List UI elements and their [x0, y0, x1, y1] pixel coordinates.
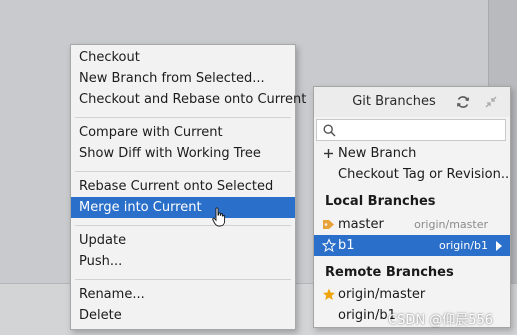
popup-header: Git Branches	[314, 87, 510, 117]
popup-title: Git Branches	[352, 94, 436, 109]
menu-item-new-branch-from-selected[interactable]: New Branch from Selected...	[71, 68, 295, 89]
menu-item-checkout[interactable]: Checkout	[71, 47, 295, 68]
menu-item-checkout-and-rebase[interactable]: Checkout and Rebase onto Current	[71, 89, 306, 110]
submenu-arrow-icon	[496, 241, 502, 251]
new-branch-action[interactable]: New Branch	[314, 143, 510, 164]
branch-tracking: origin/master	[414, 218, 488, 231]
refresh-icon[interactable]	[456, 95, 470, 109]
hand-cursor-icon	[212, 207, 226, 227]
menu-item-delete[interactable]: Delete	[71, 305, 295, 326]
menu-item-show-diff[interactable]: Show Diff with Working Tree	[71, 143, 295, 164]
search-icon	[323, 124, 336, 137]
star-icon	[323, 288, 335, 300]
menu-separator	[75, 279, 291, 280]
star-outline-icon	[322, 238, 336, 253]
branch-context-menu: Checkout New Branch from Selected... Che…	[70, 44, 306, 330]
menu-item-compare-with-current[interactable]: Compare with Current	[71, 122, 295, 143]
collapse-icon[interactable]	[484, 95, 498, 109]
menu-separator	[75, 225, 291, 226]
watermark-text: CSDN @仰晨556	[388, 313, 494, 328]
checkout-tag-label: Checkout Tag or Revision...	[338, 167, 511, 182]
branch-name: b1	[338, 238, 355, 253]
tag-icon	[323, 220, 334, 229]
new-branch-label: New Branch	[338, 146, 417, 161]
menu-item-push[interactable]: Push...	[71, 251, 295, 272]
branch-search-input[interactable]	[316, 119, 506, 141]
remote-branch-row-origin-master[interactable]: origin/master	[314, 284, 510, 305]
branch-row-master[interactable]: master origin/master	[314, 214, 510, 235]
menu-item-rename[interactable]: Rename...	[71, 284, 295, 305]
branch-row-b1[interactable]: b1 origin/b1	[314, 235, 510, 256]
menu-separator	[75, 117, 291, 118]
branch-name: origin/master	[338, 287, 426, 302]
branch-tracking: origin/b1	[438, 239, 488, 252]
plus-icon	[324, 149, 333, 158]
git-branches-popup: Git Branches New Branch Checkout Tag or …	[313, 86, 511, 328]
checkout-tag-action[interactable]: Checkout Tag or Revision...	[314, 164, 510, 185]
local-branches-header: Local Branches	[325, 194, 436, 209]
menu-separator	[75, 171, 291, 172]
branch-name: master	[338, 217, 384, 232]
menu-item-update[interactable]: Update	[71, 230, 295, 251]
menu-item-rebase-current-onto-selected[interactable]: Rebase Current onto Selected	[71, 176, 295, 197]
remote-branches-header: Remote Branches	[325, 265, 454, 280]
menu-item-merge-into-current[interactable]: Merge into Current	[71, 197, 295, 218]
